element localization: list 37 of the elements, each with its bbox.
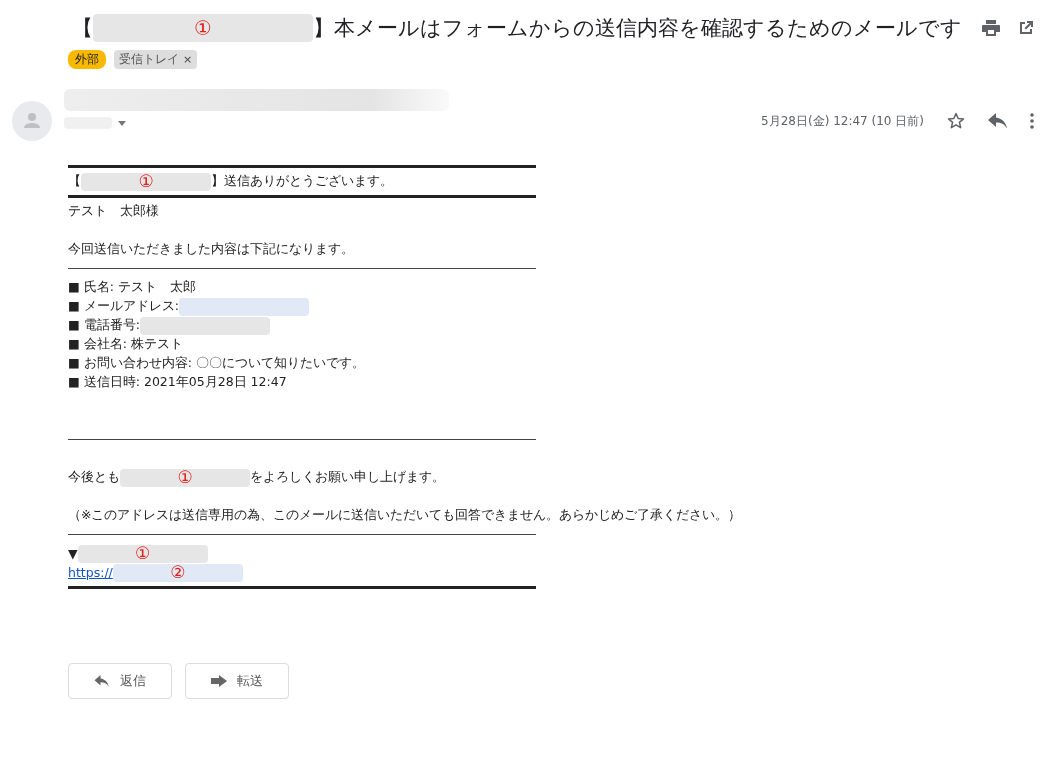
body-text: 】送信ありがとうございます。: [211, 173, 393, 190]
print-icon[interactable]: [982, 20, 1000, 36]
avatar-icon: [12, 101, 52, 141]
annotation-number: ①: [194, 18, 212, 38]
annotation-number: ②: [170, 564, 186, 581]
forward-button[interactable]: 転送: [185, 663, 289, 699]
reply-button[interactable]: 返信: [68, 663, 172, 699]
body-text: 今後とも: [68, 469, 120, 486]
body-text: ■ 氏名: テスト 太郎: [68, 279, 196, 296]
body-text: ■ メールアドレス:: [68, 298, 179, 315]
reply-icon: [94, 675, 110, 687]
label-text: 受信トレイ: [119, 52, 179, 67]
body-text: 【: [68, 173, 81, 190]
body-text: ■ お問い合わせ内容: 〇〇について知りたいです。: [68, 355, 365, 372]
body-text: （※このアドレスは送信専用の為、このメールに送信いただいても回答できません。あらかじめご了承ください。）: [68, 507, 742, 524]
body-text: テスト 太郎様: [68, 203, 159, 220]
body-text: をよろしくお願い申し上げます。: [250, 469, 445, 486]
annotation-number: ①: [177, 469, 193, 486]
message-date: 5月28日(金) 12:47 (10 日前): [761, 112, 924, 130]
subject-text: 【: [72, 15, 93, 42]
body-text: 今回送信いただきました内容は下記になります。: [68, 241, 354, 258]
body-link[interactable]: https://: [68, 565, 113, 580]
body-text: ■ 電話番号:: [68, 317, 140, 334]
body-text: ■ 送信日時: 2021年05月28日 12:47: [68, 374, 287, 391]
body-text: ▼: [68, 546, 78, 561]
open-new-window-icon[interactable]: [1018, 20, 1034, 36]
annotation-number: ①: [135, 545, 151, 562]
reply-icon[interactable]: [988, 113, 1008, 129]
star-icon[interactable]: [946, 111, 966, 131]
more-icon[interactable]: [1030, 113, 1034, 129]
body-text: ■ 会社名: 株テスト: [68, 336, 183, 353]
external-label: 外部: [68, 50, 106, 69]
annotation-number: ①: [138, 173, 154, 190]
forward-arrow-icon: [211, 675, 227, 687]
caret-icon[interactable]: [118, 120, 126, 126]
subject-text: 】本メールはフォームからの送信内容を確認するためのメールです: [313, 15, 962, 42]
remove-label-button[interactable]: ×: [183, 53, 193, 66]
